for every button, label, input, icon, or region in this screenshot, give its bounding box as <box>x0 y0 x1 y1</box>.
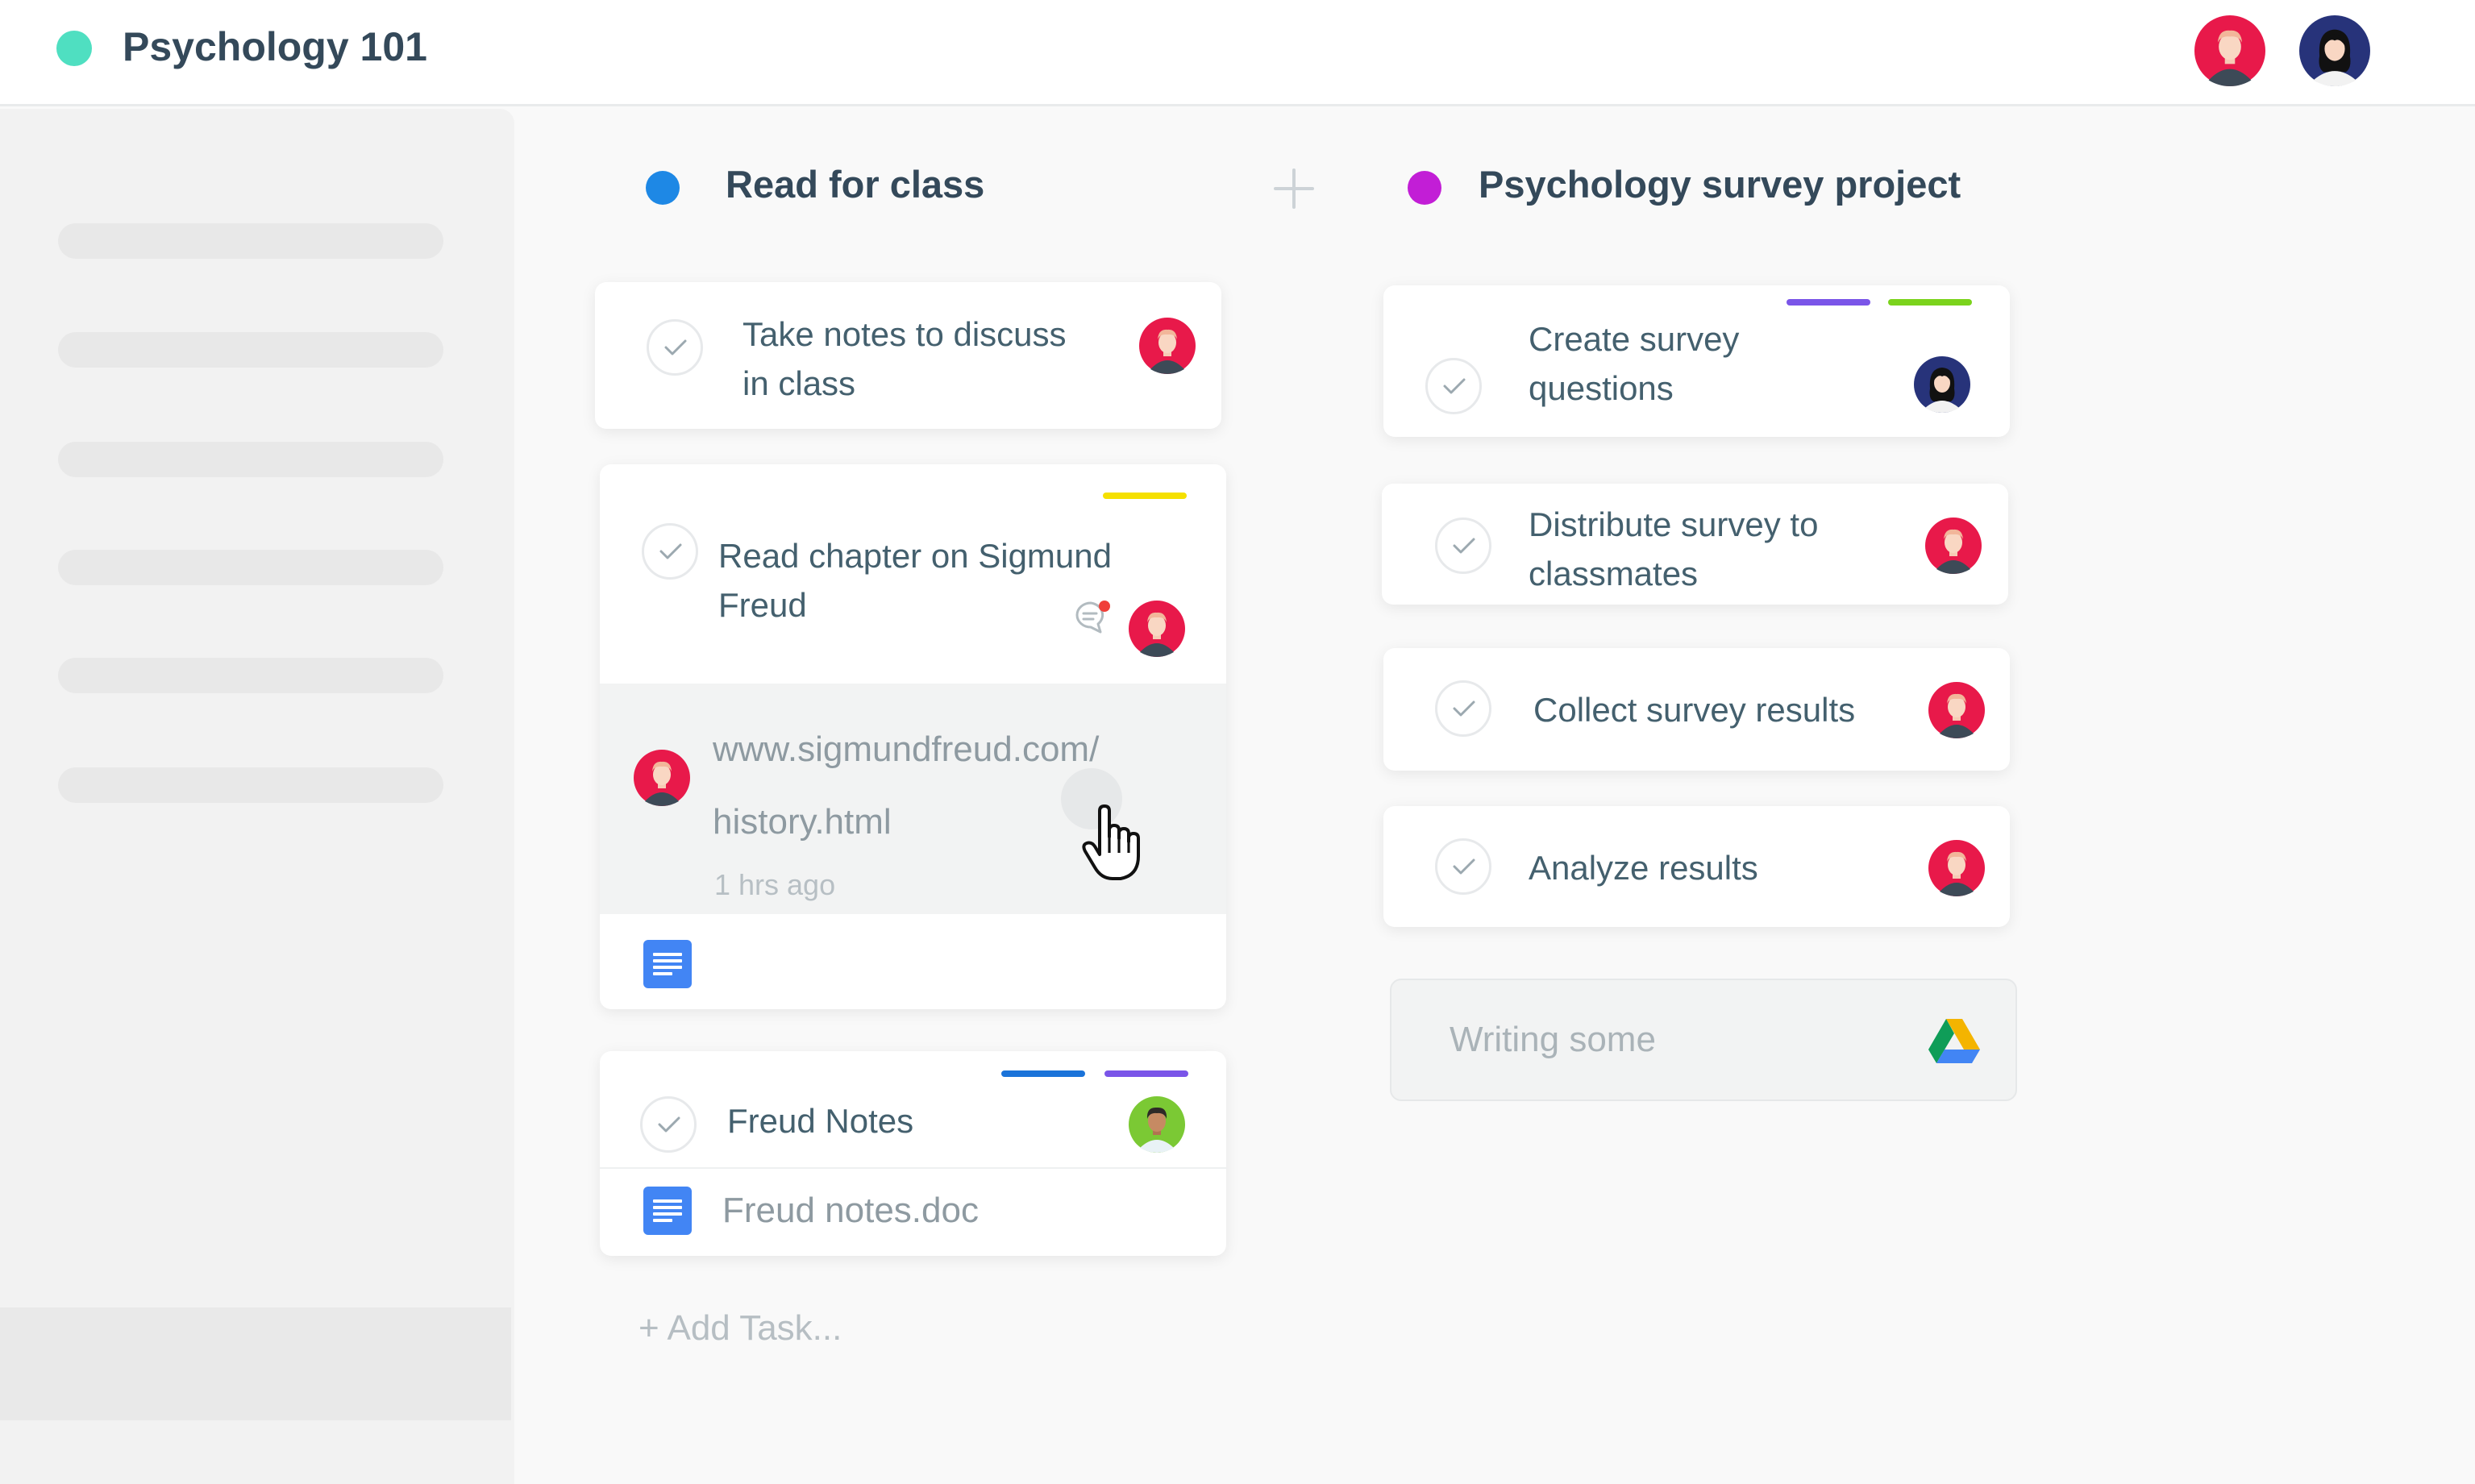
google-docs-icon[interactable] <box>643 940 692 988</box>
sidebar <box>0 109 514 1484</box>
task-card[interactable]: Analyze results <box>1383 806 2010 927</box>
task-title: Distribute survey to classmates <box>1529 505 1819 592</box>
task-title: Read chapter on Sigmund Freud <box>718 537 1112 624</box>
complete-task-checkbox[interactable] <box>647 319 703 376</box>
tag-bar <box>1001 1070 1085 1077</box>
comment-author-avatar-icon <box>634 750 690 806</box>
add-column-button[interactable] <box>1272 167 1316 210</box>
tag-bar <box>1104 1070 1188 1077</box>
checkmark-icon <box>659 543 682 559</box>
assignee-avatar-man-icon[interactable] <box>1928 840 1985 896</box>
sidebar-placeholder-item[interactable] <box>58 767 443 803</box>
task-card[interactable]: Collect survey results <box>1383 648 2010 771</box>
checkmark-icon <box>664 339 687 355</box>
task-title: Freud Notes <box>727 1102 914 1140</box>
project-title: Psychology 101 <box>123 24 427 69</box>
checkmark-icon <box>1453 538 1475 554</box>
assignee-avatar-man-icon[interactable] <box>1928 682 1985 738</box>
task-title: Collect survey results <box>1533 691 1856 729</box>
card-divider <box>600 1167 1226 1169</box>
project-color-dot <box>56 31 92 66</box>
assignee-avatar-man-icon[interactable] <box>1129 601 1185 657</box>
tag-bar <box>1888 299 1972 306</box>
sidebar-placeholder-item[interactable] <box>58 332 443 368</box>
sidebar-placeholder-item[interactable] <box>58 223 443 259</box>
pointer-hand-cursor-icon <box>1082 804 1140 880</box>
google-drive-icon[interactable] <box>1928 1017 1980 1064</box>
sidebar-placeholder-item[interactable] <box>58 442 443 477</box>
assignee-avatar-man-icon[interactable] <box>1925 518 1982 574</box>
comment-link[interactable]: history.html <box>713 786 892 858</box>
task-card[interactable]: Freud Notes Freud notes.doc <box>600 1051 1226 1256</box>
task-title: Take notes to discuss in class <box>742 315 1067 402</box>
column-color-dot <box>646 171 680 205</box>
complete-task-checkbox[interactable] <box>1435 680 1491 737</box>
draft-text: Writing some <box>1450 1020 1656 1059</box>
sidebar-placeholder-item[interactable] <box>58 550 443 585</box>
checkmark-icon <box>1443 378 1466 394</box>
comment-icon[interactable] <box>1074 600 1111 635</box>
task-card-expanded[interactable]: Read chapter on Sigmund Freud www.sigmun… <box>600 464 1226 1009</box>
member-avatar-man-icon[interactable] <box>2194 15 2265 86</box>
task-title: Analyze results <box>1529 849 1758 887</box>
sidebar-footer <box>0 1307 511 1420</box>
checkmark-icon <box>1453 700 1475 717</box>
task-card[interactable]: Distribute survey to classmates <box>1382 484 2008 605</box>
column-color-dot <box>1408 171 1441 205</box>
task-title: Create survey questions <box>1529 320 1740 407</box>
complete-task-checkbox[interactable] <box>1435 838 1491 895</box>
attachment-filename[interactable]: Freud notes.doc <box>722 1187 979 1235</box>
assignee-avatar-man-icon[interactable] <box>1139 318 1196 374</box>
google-docs-icon[interactable] <box>643 1187 692 1235</box>
sidebar-placeholder-item[interactable] <box>58 658 443 693</box>
task-card[interactable]: Create survey questions <box>1383 285 2010 437</box>
assignee-avatar-man-green-icon[interactable] <box>1129 1096 1185 1153</box>
task-card[interactable]: Take notes to discuss in class <box>595 282 1221 429</box>
comment-link[interactable]: www.sigmundfreud.com/ <box>713 713 1099 786</box>
tag-bar <box>1787 299 1870 306</box>
complete-task-checkbox[interactable] <box>1425 358 1482 414</box>
top-bar: Psychology 101 <box>0 0 2475 106</box>
column-title-read-for-class: Read for class <box>726 163 985 206</box>
complete-task-checkbox[interactable] <box>640 1096 697 1153</box>
new-task-draft[interactable]: Writing some <box>1390 979 2017 1101</box>
tag-bar <box>1103 493 1187 499</box>
checkmark-icon <box>1453 858 1475 875</box>
assignee-avatar-woman-icon[interactable] <box>1914 356 1970 413</box>
member-avatar-woman-icon[interactable] <box>2299 15 2370 86</box>
checkmark-icon <box>658 1116 680 1133</box>
add-task-button[interactable]: + Add Task... <box>639 1304 842 1353</box>
complete-task-checkbox[interactable] <box>642 523 698 580</box>
complete-task-checkbox[interactable] <box>1435 518 1491 574</box>
comment-timestamp: 1 hrs ago <box>714 868 836 901</box>
column-title-psychology-survey-project: Psychology survey project <box>1479 163 1961 206</box>
